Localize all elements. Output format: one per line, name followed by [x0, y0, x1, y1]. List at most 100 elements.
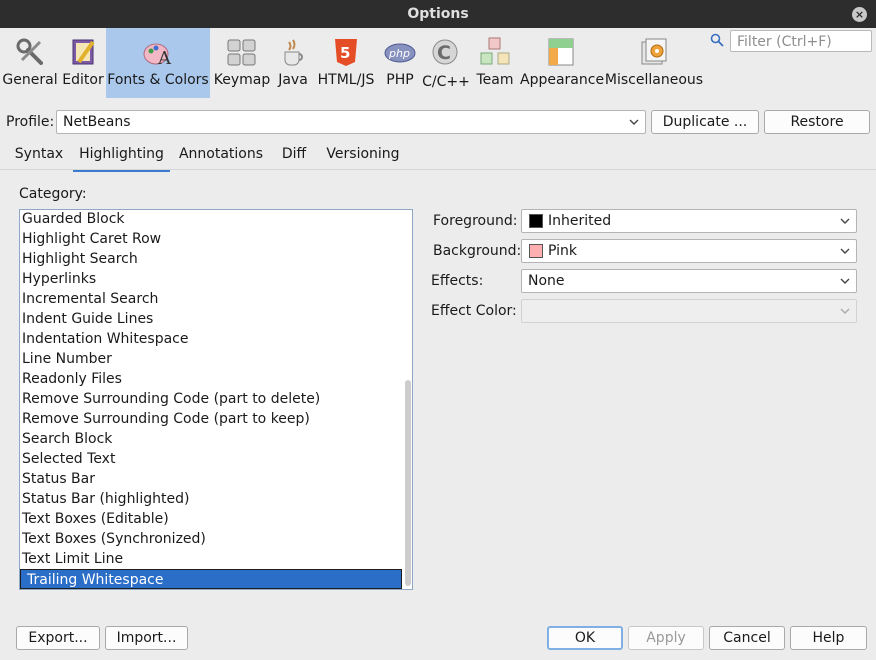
category-c-cpp[interactable]: C C/C++: [422, 28, 470, 98]
misc-gears-icon: [641, 38, 667, 65]
appearance-layout-icon: [548, 38, 574, 66]
effect-color-select[interactable]: [521, 299, 857, 323]
category-team[interactable]: Team: [472, 28, 518, 98]
list-item[interactable]: Readonly Files: [20, 369, 402, 389]
category-label: Miscellaneous: [604, 72, 704, 88]
list-item[interactable]: Indentation Whitespace: [20, 329, 402, 349]
effect-color-label: Effect Color:: [431, 303, 517, 319]
foreground-swatch: [529, 214, 543, 228]
php-icon: php: [384, 43, 416, 63]
svg-text:C: C: [437, 42, 451, 64]
tab-diff[interactable]: Diff: [276, 146, 312, 170]
svg-text:php: php: [388, 47, 410, 60]
category-general[interactable]: General: [2, 28, 58, 98]
category-label: Java: [278, 72, 308, 88]
category-keymap[interactable]: Keymap: [212, 28, 272, 98]
category-label: Appearance: [520, 72, 605, 88]
profile-label: Profile:: [6, 114, 55, 130]
help-button[interactable]: Help: [790, 626, 867, 650]
category-label: PHP: [386, 72, 414, 88]
cancel-button[interactable]: Cancel: [709, 626, 785, 650]
list-item[interactable]: Search Block: [20, 429, 402, 449]
list-item[interactable]: Hyperlinks: [20, 269, 402, 289]
c-cpp-icon: C: [432, 39, 458, 65]
export-button[interactable]: Export...: [16, 626, 100, 650]
category-list[interactable]: Guarded Block Highlight Caret Row Highli…: [19, 209, 413, 590]
chevron-down-icon: [840, 278, 850, 284]
html5-shield-icon: 5: [335, 39, 357, 66]
list-item[interactable]: Line Number: [20, 349, 402, 369]
effects-label: Effects:: [431, 273, 484, 289]
foreground-value: Inherited: [548, 213, 612, 229]
chevron-down-icon: [840, 218, 850, 224]
category-fonts-colors[interactable]: A Fonts & Colors: [106, 28, 210, 98]
category-html-js[interactable]: 5 HTML/JS: [314, 28, 378, 98]
list-item[interactable]: Text Boxes (Synchronized): [20, 529, 402, 549]
title-bar: Options ×: [0, 0, 876, 28]
foreground-label: Foreground:: [433, 213, 518, 229]
category-php[interactable]: php PHP: [380, 28, 420, 98]
search-icon: [710, 33, 724, 47]
profile-select[interactable]: NetBeans: [56, 110, 646, 134]
ok-button[interactable]: OK: [547, 626, 623, 650]
svg-text:5: 5: [340, 44, 350, 62]
keyboard-icon: [227, 39, 256, 66]
category-miscellaneous[interactable]: Miscellaneous: [604, 28, 704, 98]
category-label: Keymap: [213, 72, 271, 88]
svg-text:A: A: [157, 48, 172, 68]
chevron-down-icon: [840, 248, 850, 254]
effects-value: None: [528, 273, 565, 289]
list-item[interactable]: Selected Text: [20, 449, 402, 469]
list-item[interactable]: Remove Surrounding Code (part to delete): [20, 389, 402, 409]
wrench-screwdriver-icon: [16, 38, 43, 65]
category-label: HTML/JS: [317, 72, 375, 88]
category-toolbar: General Editor A Fonts & Colors Keymap J…: [0, 28, 876, 98]
window-title: Options: [407, 6, 469, 22]
category-label: Category:: [19, 186, 87, 202]
import-button[interactable]: Import...: [105, 626, 188, 650]
pencil-notebook-icon: [72, 39, 95, 65]
category-label: Fonts & Colors: [107, 72, 209, 88]
foreground-select[interactable]: Inherited: [521, 209, 857, 233]
background-label: Background:: [433, 243, 522, 259]
tab-annotations[interactable]: Annotations: [176, 146, 266, 170]
fonts-palette-icon: A: [143, 43, 172, 68]
list-item[interactable]: Status Bar (highlighted): [20, 489, 402, 509]
list-item[interactable]: Highlight Caret Row: [20, 229, 402, 249]
background-swatch: [529, 244, 543, 258]
restore-button[interactable]: Restore: [764, 110, 870, 134]
list-item[interactable]: Status Bar: [20, 469, 402, 489]
category-editor[interactable]: Editor: [60, 28, 106, 98]
apply-button[interactable]: Apply: [628, 626, 704, 650]
profile-value: NetBeans: [63, 114, 131, 130]
tab-divider: [0, 169, 876, 170]
list-item-selected[interactable]: Trailing Whitespace: [20, 569, 402, 589]
category-label: Editor: [62, 72, 104, 88]
list-item[interactable]: Guarded Block: [20, 210, 402, 229]
list-item[interactable]: Remove Surrounding Code (part to keep): [20, 409, 402, 429]
list-item[interactable]: Incremental Search: [20, 289, 402, 309]
duplicate-button[interactable]: Duplicate ...: [651, 110, 759, 134]
list-item[interactable]: Text Boxes (Editable): [20, 509, 402, 529]
scrollbar-thumb[interactable]: [405, 380, 411, 586]
filter-input[interactable]: Filter (Ctrl+F): [730, 30, 872, 52]
category-appearance[interactable]: Appearance: [520, 28, 605, 98]
close-icon[interactable]: ×: [852, 7, 867, 22]
list-item[interactable]: Indent Guide Lines: [20, 309, 402, 329]
list-item[interactable]: Text Limit Line: [20, 549, 402, 569]
category-label: C/C++: [422, 74, 470, 90]
chevron-down-icon: [840, 308, 850, 314]
tab-syntax[interactable]: Syntax: [10, 146, 68, 170]
list-item[interactable]: Highlight Search: [20, 249, 402, 269]
background-value: Pink: [548, 243, 578, 259]
category-label: General: [2, 72, 58, 88]
category-label: Team: [476, 72, 514, 88]
effects-select[interactable]: None: [521, 269, 857, 293]
team-cubes-icon: [480, 37, 510, 65]
tab-bar: Syntax Highlighting Annotations Diff Ver…: [0, 142, 876, 172]
tab-versioning[interactable]: Versioning: [322, 146, 404, 170]
background-select[interactable]: Pink: [521, 239, 857, 263]
category-java[interactable]: Java: [274, 28, 312, 98]
chevron-down-icon: [629, 119, 639, 125]
java-cup-icon: [284, 39, 303, 66]
